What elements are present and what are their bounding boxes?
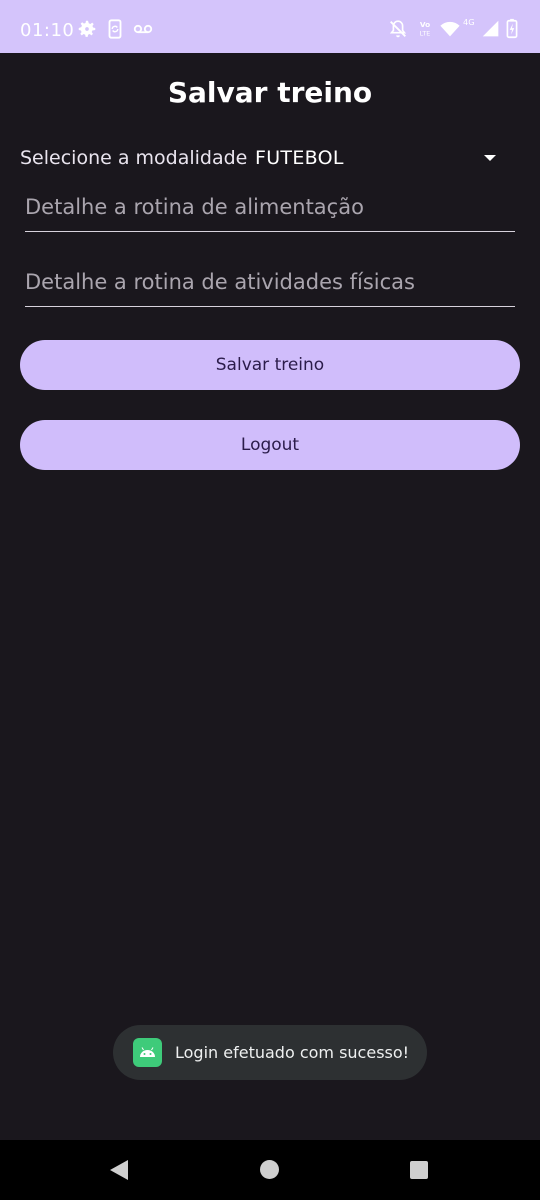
dropdown-arrow-icon <box>484 155 496 161</box>
food-routine-input[interactable]: Detalhe a rotina de alimentação <box>25 187 515 232</box>
svg-text:4G: 4G <box>463 17 475 27</box>
activity-routine-input[interactable]: Detalhe a rotina de atividades físicas <box>25 262 515 307</box>
food-routine-placeholder: Detalhe a rotina de alimentação <box>25 195 364 219</box>
recents-icon[interactable] <box>410 1161 428 1179</box>
toast-notification: Login efetuado com sucesso! <box>113 1025 427 1080</box>
settings-gear-icon <box>76 18 98 40</box>
svg-text:LTE: LTE <box>420 29 431 37</box>
battery-charging-icon <box>504 18 520 40</box>
logout-button[interactable]: Logout <box>20 420 520 470</box>
modality-selected-value: FUTEBOL <box>255 147 344 169</box>
notifications-muted-icon <box>387 18 409 40</box>
status-time: 01:10 <box>20 20 75 41</box>
status-bar: 01:10 Vo LTE 4G <box>0 0 540 53</box>
modality-dropdown[interactable]: FUTEBOL <box>255 137 505 181</box>
home-icon[interactable] <box>260 1160 279 1179</box>
modality-label: Selecione a modalidade <box>20 147 248 169</box>
svg-text:Vo: Vo <box>420 20 430 29</box>
page-title: Salvar treino <box>167 76 373 109</box>
wifi-icon <box>439 18 461 40</box>
navigation-bar <box>0 1140 540 1200</box>
signal-icon <box>480 18 502 40</box>
android-app-icon <box>133 1038 162 1067</box>
volte-icon: Vo LTE <box>414 18 436 40</box>
activity-routine-placeholder: Detalhe a rotina de atividades físicas <box>25 270 415 294</box>
back-icon[interactable] <box>110 1160 128 1180</box>
voicemail-icon <box>131 18 155 40</box>
toast-message: Login efetuado com sucesso! <box>175 1043 410 1062</box>
screenshot-sync-icon <box>104 18 126 40</box>
save-workout-button[interactable]: Salvar treino <box>20 340 520 390</box>
